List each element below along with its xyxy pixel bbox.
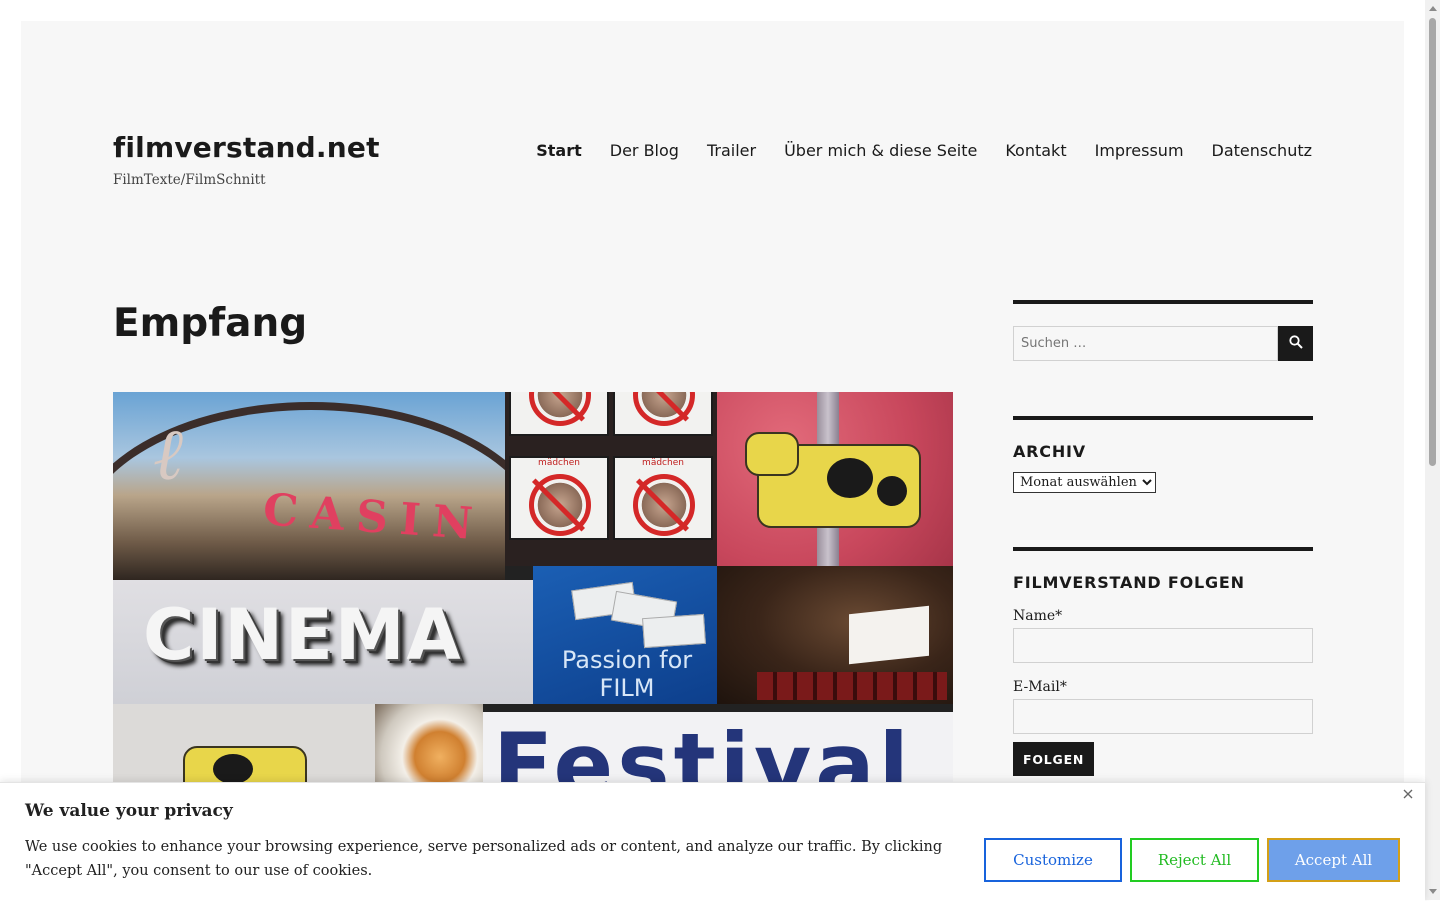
name-field-label: Name* xyxy=(1013,608,1063,624)
cinema-text: CINEMA xyxy=(143,594,463,676)
follow-button[interactable]: FOLGEN xyxy=(1013,742,1095,776)
nav-item-blog[interactable]: Der Blog xyxy=(610,141,679,160)
nav-item-about[interactable]: Über mich & diese Seite xyxy=(784,141,977,160)
follow-widget: FILMVERSTAND FOLGEN Name* E-Mail* FOLGEN xyxy=(1013,547,1313,776)
collage-cinema-letters: CINEMA xyxy=(113,580,533,704)
site-title[interactable]: filmverstand.net xyxy=(113,131,380,164)
email-field[interactable] xyxy=(1013,699,1313,734)
collage-maedchen-posters: mädchen mädchen xyxy=(505,392,717,566)
nav-item-contact[interactable]: Kontakt xyxy=(1005,141,1066,160)
main-navigation: Start Der Blog Trailer Über mich & diese… xyxy=(536,141,1312,160)
sidebar: ARCHIV Monat auswählen FILMVERSTAND FOLG… xyxy=(1013,300,1313,776)
search-widget xyxy=(1013,300,1313,361)
festival-text: Festival xyxy=(493,714,913,793)
scroll-up-icon[interactable] xyxy=(1429,6,1437,11)
collage-casino-sign: ℓ CASIN xyxy=(113,392,505,580)
poster-title: mädchen xyxy=(538,458,580,468)
search-icon xyxy=(1288,335,1303,352)
reject-all-button[interactable]: Reject All xyxy=(1130,838,1259,882)
archive-widget: ARCHIV Monat auswählen xyxy=(1013,416,1313,493)
email-field-label: E-Mail* xyxy=(1013,679,1067,695)
accept-all-button[interactable]: Accept All xyxy=(1267,838,1400,882)
nav-item-imprint[interactable]: Impressum xyxy=(1095,141,1184,160)
site-description: FilmTexte/FilmSchnitt xyxy=(113,172,266,188)
nav-item-start[interactable]: Start xyxy=(536,141,582,160)
collage-passion-tickets: Passion for FILM xyxy=(533,566,717,704)
collage-festival-sign: Festival xyxy=(483,712,953,792)
nav-item-privacy[interactable]: Datenschutz xyxy=(1212,141,1312,160)
scroll-down-icon[interactable] xyxy=(1429,889,1437,894)
passion-text: Passion for FILM xyxy=(561,646,693,702)
header-collage-image: ℓ CASIN mädchen mädchen CINEMA Passion f… xyxy=(113,392,953,792)
site-container: filmverstand.net FilmTexte/FilmSchnitt S… xyxy=(21,21,1404,900)
nav-item-trailer[interactable]: Trailer xyxy=(707,141,756,160)
archive-title: ARCHIV xyxy=(1013,442,1086,461)
cookie-consent-banner: We value your privacy We use cookies to … xyxy=(0,782,1425,901)
archive-select[interactable]: Monat auswählen xyxy=(1013,472,1156,493)
customize-button[interactable]: Customize xyxy=(984,838,1122,882)
name-field[interactable] xyxy=(1013,628,1313,663)
page-title: Empfang xyxy=(113,301,308,346)
collage-coffee-cup xyxy=(375,704,483,792)
cookie-text: We use cookies to enhance your browsing … xyxy=(25,839,943,879)
close-icon[interactable] xyxy=(1399,785,1417,803)
cookie-title: We value your privacy xyxy=(25,801,233,821)
poster-title: mädchen xyxy=(642,458,684,468)
follow-title: FILMVERSTAND FOLGEN xyxy=(1013,573,1245,592)
collage-cinema-hall xyxy=(717,566,953,704)
page-scrollbar[interactable] xyxy=(1425,0,1440,900)
collage-cow-figure-small xyxy=(113,704,375,792)
collage-cow-figure xyxy=(717,392,953,566)
scroll-thumb[interactable] xyxy=(1429,18,1436,466)
search-button[interactable] xyxy=(1278,326,1313,361)
search-input[interactable] xyxy=(1013,326,1278,361)
